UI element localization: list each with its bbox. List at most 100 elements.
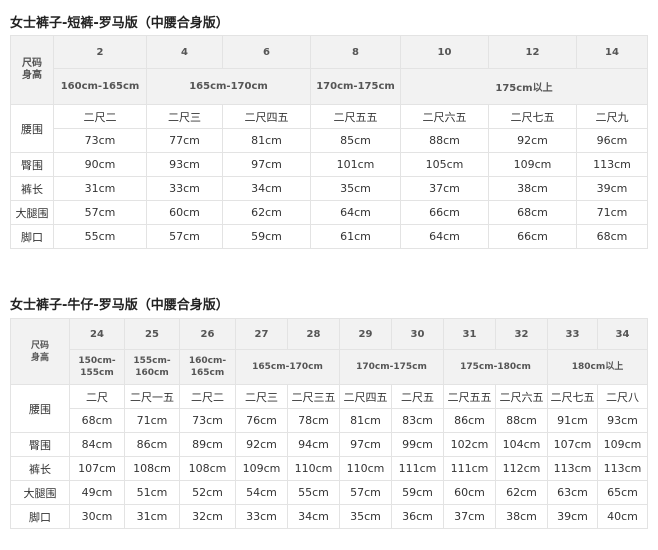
table-cell: 57cm — [339, 480, 392, 505]
table-cell: 73cm — [179, 408, 236, 433]
table-cell: 二尺三五 — [287, 384, 340, 409]
height-range-cell: 165cm-170cm — [235, 349, 340, 385]
height-range-cell: 180cm以上 — [547, 349, 648, 385]
table-cell: 102cm — [443, 432, 496, 457]
table-cell: 35cm — [339, 504, 392, 529]
table-cell: 40cm — [597, 504, 648, 529]
table-cell: 55cm — [53, 224, 147, 249]
table-cell: 二尺五五 — [443, 384, 496, 409]
table-row-length: 裤长 107cm 108cm 108cm 109cm 110cm 110cm 1… — [10, 456, 648, 481]
table-cell: 52cm — [179, 480, 236, 505]
table-cell: 84cm — [69, 432, 125, 457]
table-cell: 92cm — [235, 432, 288, 457]
table-cell: 107cm — [69, 456, 125, 481]
table-cell: 81cm — [222, 128, 311, 153]
table-cell: 二尺五 — [391, 384, 444, 409]
height-range-cell: 165cm-170cm — [146, 68, 311, 105]
height-range-cell: 160cm-165cm — [53, 68, 147, 105]
table-cell: 62cm — [495, 480, 548, 505]
table-cell: 110cm — [287, 456, 340, 481]
table-cell: 110cm — [339, 456, 392, 481]
size-cell: 24 — [69, 318, 125, 350]
table-cell: 104cm — [495, 432, 548, 457]
table-cell: 93cm — [597, 408, 648, 433]
table-title: 女士裤子-牛仔-罗马版（中腰合身版） — [10, 298, 229, 313]
table-cell: 二尺三 — [235, 384, 288, 409]
size-cell: 6 — [222, 35, 311, 69]
table-cell: 38cm — [495, 504, 548, 529]
table-cell: 33cm — [235, 504, 288, 529]
size-chart-shorts: 女士裤子-短裤-罗马版（中腰合身版） 尺码 身高 2 4 6 8 10 12 1… — [10, 14, 648, 249]
table-cell: 57cm — [146, 224, 223, 249]
table-cell: 二尺四五 — [339, 384, 392, 409]
size-cell: 31 — [443, 318, 496, 350]
table-cell: 88cm — [400, 128, 489, 153]
size-cell: 25 — [124, 318, 180, 350]
table-cell: 31cm — [53, 176, 147, 201]
table-cell: 60cm — [146, 200, 223, 225]
table-cell: 65cm — [597, 480, 648, 505]
table-cell: 93cm — [146, 152, 223, 177]
size-cell: 30 — [391, 318, 444, 350]
table-cell: 113cm — [576, 152, 648, 177]
size-cell: 26 — [179, 318, 236, 350]
height-range-cell: 170cm-175cm — [339, 349, 444, 385]
table-cell: 39cm — [547, 504, 598, 529]
table-row-hem: 脚口 30cm 31cm 32cm 33cm 34cm 35cm 36cm 37… — [10, 504, 648, 529]
table-cell: 68cm — [488, 200, 577, 225]
table-cell: 105cm — [400, 152, 489, 177]
header-corner-cell: 尺码 身高 — [10, 318, 70, 385]
row-label: 大腿围 — [10, 200, 54, 225]
table-cell: 90cm — [53, 152, 147, 177]
table-cell: 96cm — [576, 128, 648, 153]
row-label: 大腿围 — [10, 480, 70, 505]
row-label: 臀围 — [10, 152, 54, 177]
height-range-cell: 175cm以上 — [400, 68, 648, 105]
row-label: 裤长 — [10, 456, 70, 481]
table-row-waist: 腰围 二尺 二尺一五 二尺二 二尺三 二尺三五 二尺四五 二尺五 二尺五五 二尺… — [10, 384, 648, 433]
table-cell: 34cm — [222, 176, 311, 201]
table-cell: 86cm — [124, 432, 180, 457]
table-cell: 54cm — [235, 480, 288, 505]
table-cell: 64cm — [400, 224, 489, 249]
table-cell: 二尺七五 — [547, 384, 598, 409]
row-label: 脚口 — [10, 224, 54, 249]
table-cell: 二尺七五 — [488, 104, 577, 129]
table-cell: 76cm — [235, 408, 288, 433]
table-cell: 34cm — [287, 504, 340, 529]
table-cell: 55cm — [287, 480, 340, 505]
size-cell: 14 — [576, 35, 648, 69]
table-cell: 86cm — [443, 408, 496, 433]
table-cell: 二尺九 — [576, 104, 648, 129]
table-cell: 94cm — [287, 432, 340, 457]
table-cell: 66cm — [400, 200, 489, 225]
table-row-length: 裤长 31cm 33cm 34cm 35cm 37cm 38cm 39cm — [10, 176, 648, 201]
table-cell: 31cm — [124, 504, 180, 529]
height-label: 身高 — [22, 70, 42, 81]
table-cell: 二尺 — [69, 384, 125, 409]
table-cell: 97cm — [222, 152, 311, 177]
table-cell: 71cm — [576, 200, 648, 225]
table-cell: 51cm — [124, 480, 180, 505]
table-cell: 101cm — [310, 152, 401, 177]
table-cell: 62cm — [222, 200, 311, 225]
size-cell: 12 — [488, 35, 577, 69]
row-label: 裤长 — [10, 176, 54, 201]
table-cell: 二尺六五 — [495, 384, 548, 409]
table-cell: 二尺一五 — [124, 384, 180, 409]
table-cell: 71cm — [124, 408, 180, 433]
table-cell: 91cm — [547, 408, 598, 433]
size-cell: 28 — [287, 318, 340, 350]
size-chart-jeans: 女士裤子-牛仔-罗马版（中腰合身版） 尺码 身高 24 25 26 27 28 … — [10, 296, 648, 529]
table-cell: 63cm — [547, 480, 598, 505]
table-cell: 二尺二 — [53, 104, 147, 129]
table-row-hem: 脚口 55cm 57cm 59cm 61cm 64cm 66cm 68cm — [10, 224, 648, 249]
table-cell: 二尺八 — [597, 384, 648, 409]
table-cell: 108cm — [179, 456, 236, 481]
table-cell: 33cm — [146, 176, 223, 201]
table-cell: 88cm — [495, 408, 548, 433]
size-cell: 29 — [339, 318, 392, 350]
table-cell: 97cm — [339, 432, 392, 457]
table-cell: 109cm — [235, 456, 288, 481]
size-row: 尺码 身高 2 4 6 8 10 12 14 — [10, 35, 648, 105]
